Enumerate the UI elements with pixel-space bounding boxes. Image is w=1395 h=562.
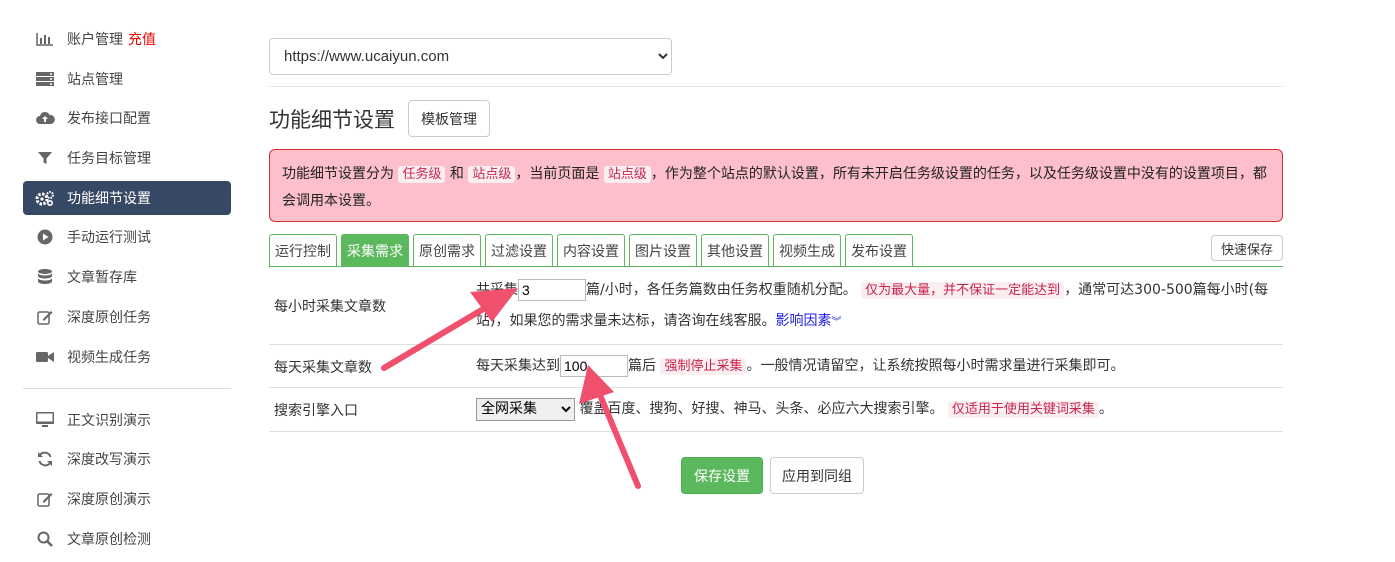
gears-icon xyxy=(35,190,55,206)
row-value: 共采集篇/小时，各任务篇数由任务权重随机分配。 仅为最大量，并不保证一定能达到，… xyxy=(476,275,1283,338)
alert-text: 功能细节设置分为 xyxy=(282,166,394,182)
sidebar-item-deep-original-demo[interactable]: 深度原创演示 xyxy=(23,482,231,516)
row-value: 全网采集 覆盖百度、搜狗、好搜、神马、头条、必应六大搜索引擎。 仅适用于使用关键… xyxy=(476,394,1283,425)
daily-count-input[interactable] xyxy=(560,355,628,377)
hourly-count-input[interactable] xyxy=(518,279,586,301)
row-text: 篇/小时，各任务篇数由任务权重随机分配。 xyxy=(586,282,857,298)
sidebar-divider xyxy=(23,387,231,389)
sidebar: 账户管理 充值 站点管理 发布接口配置 任务目标管理 功能细节设置 手动运行测试… xyxy=(23,22,231,561)
edit-icon xyxy=(35,491,55,507)
alert-code: 站点级 xyxy=(468,166,516,183)
sidebar-item-label: 站点管理 xyxy=(67,71,123,88)
sidebar-item-label: 任务目标管理 xyxy=(67,151,151,168)
alert-text: ，当前页面是 xyxy=(515,166,600,182)
double-chevron-down-icon: ︾ xyxy=(831,317,842,328)
sidebar-item-feature-settings[interactable]: 功能细节设置 xyxy=(23,180,231,215)
search-icon xyxy=(35,531,55,547)
settings-tabs: 运行控制 采集需求 原创需求 过滤设置 内容设置 图片设置 其他设置 视频生成 … xyxy=(269,234,917,267)
alert-code: 站点级 xyxy=(603,166,651,183)
search-engine-select[interactable]: 全网采集 xyxy=(476,397,575,421)
warning-code: 仅适用于使用关键词采集 xyxy=(947,401,1099,418)
cloud-upload-icon xyxy=(35,110,55,126)
play-circle-icon xyxy=(35,229,55,245)
row-text: 覆盖百度、搜狗、好搜、神马、头条、必应六大搜索引擎。 xyxy=(579,401,944,417)
info-alert: 功能细节设置分为 任务级 和 站点级 ，当前页面是 站点级 ，作为整个站点的默认设置… xyxy=(269,149,1283,222)
row-label: 每天采集文章数 xyxy=(274,360,372,376)
page-root: 账户管理 充值 站点管理 发布接口配置 任务目标管理 功能细节设置 手动运行测试… xyxy=(0,0,1395,562)
row-label: 每小时采集文章数 xyxy=(274,299,386,315)
sidebar-item-video-task[interactable]: 视频生成任务 xyxy=(23,340,231,374)
page-title: 功能细节设置 xyxy=(269,108,395,132)
sidebar-item-originality-check[interactable]: 文章原创检测 xyxy=(23,522,231,556)
row-text: 每天采集达到 xyxy=(476,358,560,374)
row-value: 每天采集达到 篇后 强制停止采集。一般情况请留空，让系统按照每小时需求量进行采集即… xyxy=(476,351,1283,382)
link-text: 影响因素 xyxy=(775,313,832,329)
tab-publish-settings[interactable]: 发布设置 xyxy=(845,234,913,267)
filter-icon xyxy=(35,150,55,166)
tab-other-settings[interactable]: 其他设置 xyxy=(701,234,769,267)
quick-save-button[interactable]: 快速保存 xyxy=(1210,235,1283,261)
tab-collection-demand[interactable]: 采集需求 xyxy=(341,234,409,267)
tab-run-control[interactable]: 运行控制 xyxy=(269,234,337,267)
apply-to-group-button[interactable]: 应用到同组 xyxy=(770,457,864,494)
database-icon xyxy=(35,269,55,285)
video-camera-icon xyxy=(35,349,55,365)
row-text: 篇后 xyxy=(628,358,656,374)
sidebar-item-article-storage[interactable]: 文章暂存库 xyxy=(23,260,231,294)
sidebar-item-label: 深度原创任务 xyxy=(67,309,151,326)
alert-code: 任务级 xyxy=(398,166,446,183)
sidebar-item-label: 深度改写演示 xyxy=(67,452,151,469)
sidebar-item-deep-original-task[interactable]: 深度原创任务 xyxy=(23,300,231,334)
refresh-icon xyxy=(35,451,55,467)
recharge-link[interactable]: 充值 xyxy=(128,29,156,49)
row-label: 搜索引擎入口 xyxy=(274,403,358,419)
sidebar-item-label: 深度原创演示 xyxy=(67,491,151,508)
monitor-icon xyxy=(35,411,55,428)
tab-filter-settings[interactable]: 过滤设置 xyxy=(485,234,553,267)
sidebar-item-label: 正文识别演示 xyxy=(67,412,151,429)
sidebar-item-label: 手动运行测试 xyxy=(67,230,151,247)
tab-content-settings[interactable]: 内容设置 xyxy=(557,234,625,267)
row-text: 。 xyxy=(1098,401,1113,417)
divider xyxy=(269,86,1283,87)
sidebar-item-label: 账户管理 xyxy=(67,32,123,48)
alert-text: 和 xyxy=(449,166,464,182)
row-text: 共采集 xyxy=(476,282,518,298)
row-hourly: 每小时采集文章数 共采集 篇/小时，各任务篇数由任务权重随机分配。 仅为最大量，并… xyxy=(269,267,1283,345)
row-daily: 每天采集文章数 每天采集达到 篇后 强制停止采集。一般情况请留空，让系统按照每小时… xyxy=(269,345,1283,388)
sidebar-item-task-target[interactable]: 任务目标管理 xyxy=(23,141,231,175)
sidebar-item-text-recognition-demo[interactable]: 正文识别演示 xyxy=(23,403,231,437)
warning-code: 强制停止采集 xyxy=(660,358,747,375)
tab-image-settings[interactable]: 图片设置 xyxy=(629,234,697,267)
template-manage-button[interactable]: 模板管理 xyxy=(408,100,490,137)
save-settings-button[interactable]: 保存设置 xyxy=(681,457,763,494)
sidebar-item-sites[interactable]: 站点管理 xyxy=(23,62,231,96)
sidebar-item-deep-rewrite-demo[interactable]: 深度改写演示 xyxy=(23,442,231,476)
tab-original-demand[interactable]: 原创需求 xyxy=(413,234,481,267)
sidebar-item-label: 文章原创检测 xyxy=(67,531,151,548)
sidebar-item-label: 视频生成任务 xyxy=(67,349,151,366)
server-icon xyxy=(35,71,55,87)
edit-icon xyxy=(35,309,55,325)
bar-chart-icon xyxy=(35,31,55,47)
row-text: 。一般情况请留空，让系统按照每小时需求量进行采集即可。 xyxy=(746,358,1125,374)
sidebar-item-manual-run[interactable]: 手动运行测试 xyxy=(23,220,231,254)
sidebar-item-publish-api[interactable]: 发布接口配置 xyxy=(23,101,231,135)
row-search-engine: 搜索引擎入口 全网采集 覆盖百度、搜狗、好搜、神马、头条、必应六大搜索引擎。 仅… xyxy=(269,388,1283,432)
sidebar-item-label: 发布接口配置 xyxy=(67,111,151,128)
warning-code: 仅为最大量，并不保证一定能达到 xyxy=(861,282,1065,299)
influence-factors-link[interactable]: 影响因素︾ xyxy=(775,313,841,329)
sidebar-item-label: 功能细节设置 xyxy=(67,190,151,207)
site-select[interactable]: https://www.ucaiyun.com xyxy=(269,38,672,75)
tab-video-generation[interactable]: 视频生成 xyxy=(773,234,841,267)
sidebar-item-account[interactable]: 账户管理 充值 xyxy=(23,22,231,56)
sidebar-item-label: 文章暂存库 xyxy=(67,270,137,287)
